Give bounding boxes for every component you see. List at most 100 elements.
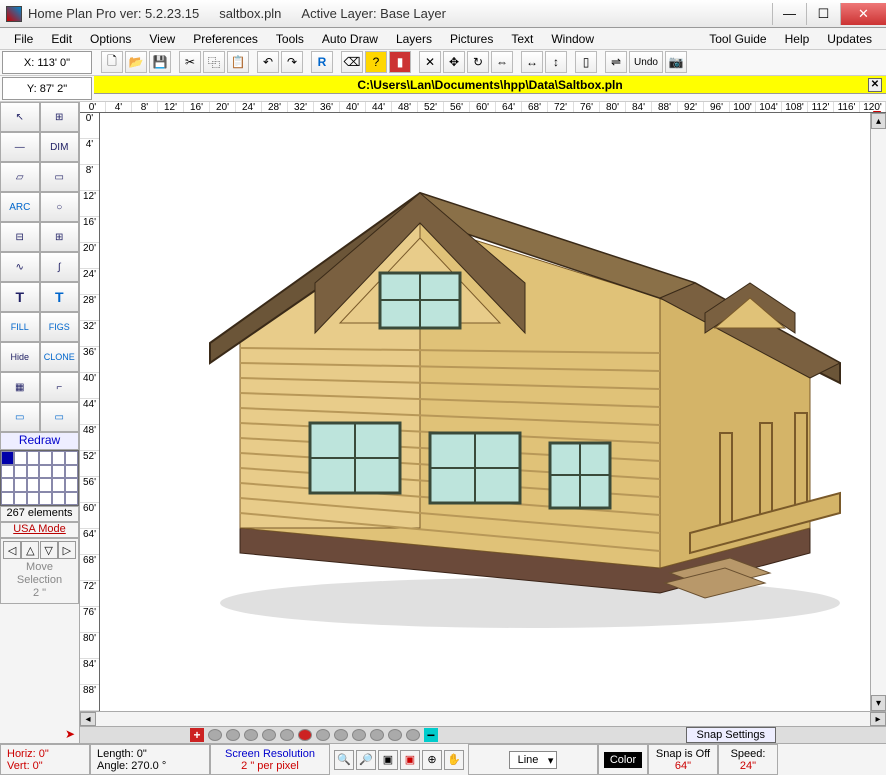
tool-box1[interactable]: ▭ [0, 402, 40, 432]
scroll-track[interactable] [871, 129, 886, 695]
layer-tab[interactable] [370, 729, 384, 741]
status-speed[interactable]: Speed: 24" [718, 744, 778, 775]
flip-h-icon[interactable]: ⇔ [491, 51, 513, 73]
palette-swatch[interactable] [65, 478, 78, 492]
move-left-icon[interactable]: ◁ [3, 541, 21, 559]
tool-rect[interactable]: ▭ [40, 162, 80, 192]
redo-icon[interactable]: ↷ [281, 51, 303, 73]
layer-tab[interactable] [352, 729, 366, 741]
menu-edit[interactable]: Edit [43, 30, 80, 48]
layer-tab[interactable] [262, 729, 276, 741]
horizontal-scrollbar[interactable]: ◂ ▸ [80, 711, 886, 726]
palette-swatch[interactable] [39, 451, 52, 465]
align-icon[interactable]: ▯ [575, 51, 597, 73]
menu-pictures[interactable]: Pictures [442, 30, 501, 48]
stretch-h-icon[interactable]: ↔ [521, 51, 543, 73]
rotate-icon[interactable]: ↻ [467, 51, 489, 73]
palette-swatch[interactable] [39, 465, 52, 479]
layer-tab[interactable] [316, 729, 330, 741]
palette-swatch[interactable] [14, 492, 27, 506]
tool-door[interactable]: ⊞ [40, 222, 80, 252]
move-down-icon[interactable]: ▽ [40, 541, 58, 559]
tool-curve2[interactable]: ∫ [40, 252, 80, 282]
equal-icon[interactable]: ⇌ [605, 51, 627, 73]
menu-updates[interactable]: Updates [819, 30, 880, 48]
color-button[interactable]: Color [604, 752, 642, 768]
move-icon[interactable]: ✥ [443, 51, 465, 73]
tool-figs[interactable]: FIGS [40, 312, 80, 342]
stretch-v-icon[interactable]: ↕ [545, 51, 567, 73]
palette-swatch[interactable] [52, 451, 65, 465]
layer-tab[interactable] [334, 729, 348, 741]
palette-swatch[interactable] [39, 478, 52, 492]
palette-swatch[interactable] [1, 478, 14, 492]
layer-tab-active[interactable] [298, 729, 312, 741]
palette-swatch[interactable] [1, 492, 14, 506]
r-button[interactable]: R [311, 51, 333, 73]
exit-icon[interactable]: ▮ [389, 51, 411, 73]
help-icon[interactable]: ? [365, 51, 387, 73]
palette-swatch[interactable] [14, 478, 27, 492]
scroll-right-icon[interactable]: ▸ [870, 712, 886, 726]
menu-help[interactable]: Help [777, 30, 818, 48]
menu-options[interactable]: Options [82, 30, 139, 48]
layer-tab[interactable] [388, 729, 402, 741]
menu-window[interactable]: Window [543, 30, 602, 48]
undo-icon[interactable]: ↶ [257, 51, 279, 73]
cut-icon[interactable]: ✂ [179, 51, 201, 73]
palette-swatch[interactable] [65, 451, 78, 465]
tool-clone[interactable]: CLONE [40, 342, 80, 372]
zoom-in-icon[interactable]: 🔍 [334, 750, 354, 770]
layer-tab[interactable] [406, 729, 420, 741]
usa-mode-link[interactable]: USA Mode [0, 522, 79, 538]
tool-curve1[interactable]: ∿ [0, 252, 40, 282]
palette-swatch[interactable] [39, 492, 52, 506]
layer-tab[interactable] [280, 729, 294, 741]
menu-tools[interactable]: Tools [268, 30, 312, 48]
palette-swatch[interactable] [27, 492, 40, 506]
layer-tab[interactable] [208, 729, 222, 741]
tool-angle[interactable]: ⌐ [40, 372, 80, 402]
tool-marquee[interactable]: ⊞ [40, 102, 80, 132]
tool-circle[interactable]: ○ [40, 192, 80, 222]
remove-layer-icon[interactable]: − [424, 728, 438, 742]
new-icon[interactable]: 🗋 [101, 51, 123, 73]
palette-swatch[interactable] [52, 465, 65, 479]
shape-dropdown[interactable]: Line [509, 751, 558, 769]
palette-swatch[interactable] [27, 465, 40, 479]
save-icon[interactable]: 💾 [149, 51, 171, 73]
add-layer-icon[interactable]: + [190, 728, 204, 742]
drawing-canvas[interactable] [100, 113, 870, 711]
tool-fill[interactable]: FILL [0, 312, 40, 342]
palette-swatch[interactable] [1, 465, 14, 479]
delete-icon[interactable]: ✕ [419, 51, 441, 73]
tool-window[interactable]: ⊟ [0, 222, 40, 252]
zoom-hand-icon[interactable]: ✋ [444, 750, 464, 770]
camera-icon[interactable]: 📷 [665, 51, 687, 73]
menu-layers[interactable]: Layers [388, 30, 440, 48]
move-right-icon[interactable]: ▷ [58, 541, 76, 559]
undo-text-button[interactable]: Undo [629, 51, 663, 73]
eraser-icon[interactable]: ⌫ [341, 51, 363, 73]
palette-swatch[interactable] [14, 465, 27, 479]
close-button[interactable]: ✕ [840, 3, 886, 25]
copy-icon[interactable]: ⿻ [203, 51, 225, 73]
move-up-icon[interactable]: △ [21, 541, 39, 559]
palette-swatch[interactable] [1, 451, 14, 465]
paste-icon[interactable]: 📋 [227, 51, 249, 73]
color-palette[interactable] [0, 450, 79, 506]
palette-swatch[interactable] [65, 465, 78, 479]
zoom-out-icon[interactable]: 🔎 [356, 750, 376, 770]
tool-text[interactable]: T [0, 282, 40, 312]
tool-select[interactable]: ↖ [0, 102, 40, 132]
palette-swatch[interactable] [52, 492, 65, 506]
menu-autodraw[interactable]: Auto Draw [314, 30, 386, 48]
scroll-left-icon[interactable]: ◂ [80, 712, 96, 726]
snap-settings-button[interactable]: Snap Settings [686, 727, 777, 743]
tool-box2[interactable]: ▭ [40, 402, 80, 432]
maximize-button[interactable]: ☐ [806, 3, 840, 25]
menu-view[interactable]: View [141, 30, 183, 48]
palette-swatch[interactable] [65, 492, 78, 506]
minimize-button[interactable]: — [772, 3, 806, 25]
zoom-fit-icon[interactable]: ▣ [378, 750, 398, 770]
